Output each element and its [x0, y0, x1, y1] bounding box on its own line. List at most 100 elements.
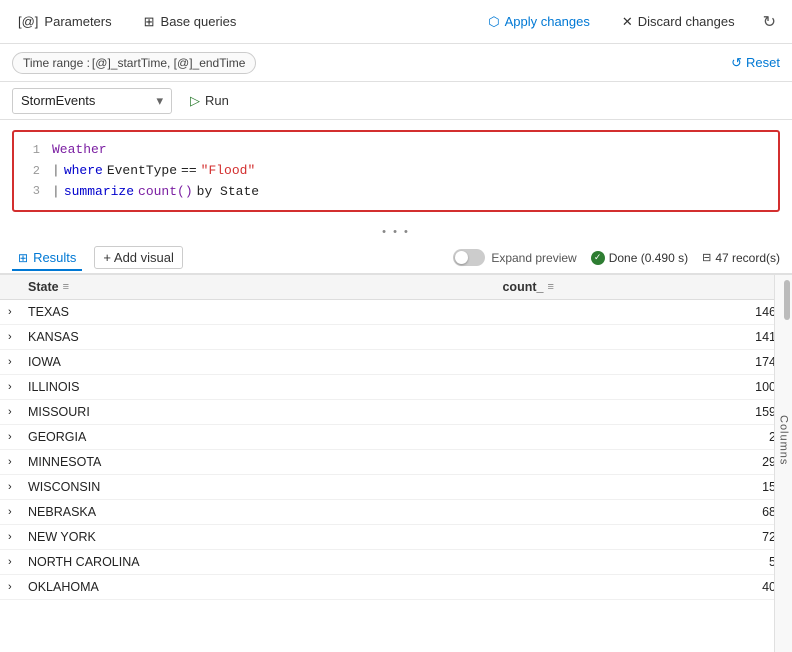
datasource-dropdown[interactable]: StormEvents ▾	[12, 88, 172, 114]
state-cell: WISCONSIN	[20, 475, 494, 500]
state-col-header[interactable]: State ≡	[20, 275, 494, 300]
results-right: Expand preview ✓ Done (0.490 s) ⊟ 47 rec…	[453, 249, 780, 266]
time-range-label: Time range :	[23, 56, 90, 70]
table-scroll[interactable]: State ≡ count_ ≡ ›	[0, 275, 792, 605]
table-body: › TEXAS 146 › KANSAS 141 › IOWA 174 › IL…	[0, 300, 792, 606]
time-range-value: [@]_startTime, [@]_endTime	[92, 56, 246, 70]
run-icon: ▷	[190, 93, 200, 109]
parameters-label: Parameters	[44, 14, 111, 29]
state-cell: TEXAS	[20, 300, 494, 325]
expand-preview-label: Expand preview	[491, 251, 576, 265]
code-line-2: 2 | where EventType == "Flood"	[20, 161, 772, 182]
done-badge: ✓ Done (0.490 s)	[591, 251, 688, 265]
row-expand-icon[interactable]: ›	[0, 400, 20, 425]
expand-col-header	[0, 275, 20, 300]
table-row[interactable]: › MINNESOTA 29	[0, 450, 792, 475]
row-expand-icon[interactable]: ›	[0, 600, 20, 606]
done-icon: ✓	[591, 251, 605, 265]
apply-icon: ⬡	[488, 14, 499, 30]
results-tab[interactable]: ⊞ Results	[12, 246, 82, 271]
row-expand-icon[interactable]: ›	[0, 475, 20, 500]
reset-label: Reset	[746, 55, 780, 70]
table-row[interactable]: › ILLINOIS 100	[0, 375, 792, 400]
code-where-kw: where	[64, 161, 103, 182]
table-row[interactable]: › PENNSYLVANIA 63	[0, 600, 792, 606]
parameters-icon: [@]	[18, 14, 38, 29]
toolbar-left: [@] Parameters ⊞ Base queries	[12, 10, 460, 34]
count-cell: 72	[494, 525, 792, 550]
row-expand-icon[interactable]: ›	[0, 525, 20, 550]
data-table-wrapper: State ≡ count_ ≡ ›	[0, 275, 792, 652]
code-summarize-kw: summarize	[64, 182, 134, 203]
row-expand-icon[interactable]: ›	[0, 350, 20, 375]
table-row[interactable]: › OKLAHOMA 40	[0, 575, 792, 600]
state-cell: NORTH CAROLINA	[20, 550, 494, 575]
row-expand-icon[interactable]: ›	[0, 550, 20, 575]
table-row[interactable]: › IOWA 174	[0, 350, 792, 375]
count-cell: 15	[494, 475, 792, 500]
count-cell: 5	[494, 550, 792, 575]
results-tab-label: Results	[33, 250, 76, 265]
count-col-menu-icon[interactable]: ≡	[547, 281, 553, 293]
main-content: Time range : [@]_startTime, [@]_endTime …	[0, 44, 792, 652]
count-cell: 2	[494, 425, 792, 450]
code-line-1: 1 Weather	[20, 140, 772, 161]
count-cell: 63	[494, 600, 792, 606]
expand-preview-toggle[interactable]	[453, 249, 485, 266]
table-row[interactable]: › KANSAS 141	[0, 325, 792, 350]
right-panel-strip[interactable]: Columns	[774, 275, 792, 652]
refresh-button[interactable]: ↻	[759, 8, 780, 36]
code-editor[interactable]: 1 Weather 2 | where EventType == "Flood"…	[12, 130, 780, 212]
discard-changes-button[interactable]: ✕ Discard changes	[614, 10, 743, 34]
row-expand-icon[interactable]: ›	[0, 375, 20, 400]
reset-button[interactable]: ↺ Reset	[731, 55, 780, 71]
count-cell: 40	[494, 575, 792, 600]
apply-changes-button[interactable]: ⬡ Apply changes	[480, 10, 598, 34]
row-expand-icon[interactable]: ›	[0, 300, 20, 325]
top-toolbar: [@] Parameters ⊞ Base queries ⬡ Apply ch…	[0, 0, 792, 44]
count-cell: 29	[494, 450, 792, 475]
table-header-row: State ≡ count_ ≡	[0, 275, 792, 300]
state-cell: MINNESOTA	[20, 450, 494, 475]
code-flood-val: "Flood"	[201, 161, 256, 182]
table-row[interactable]: › NORTH CAROLINA 5	[0, 550, 792, 575]
table-row[interactable]: › NEW YORK 72	[0, 525, 792, 550]
row-expand-icon[interactable]: ›	[0, 450, 20, 475]
row-expand-icon[interactable]: ›	[0, 325, 20, 350]
state-cell: ILLINOIS	[20, 375, 494, 400]
row-expand-icon[interactable]: ›	[0, 500, 20, 525]
time-range-badge[interactable]: Time range : [@]_startTime, [@]_endTime	[12, 52, 256, 74]
state-cell: IOWA	[20, 350, 494, 375]
discard-icon: ✕	[622, 14, 633, 30]
parameters-tab[interactable]: [@] Parameters	[12, 10, 118, 33]
base-queries-icon: ⊞	[144, 14, 155, 30]
table-row[interactable]: › MISSOURI 159	[0, 400, 792, 425]
state-cell: NEBRASKA	[20, 500, 494, 525]
count-col-header[interactable]: count_ ≡	[494, 275, 792, 300]
records-badge: ⊟ 47 record(s)	[702, 251, 780, 265]
results-toolbar: ⊞ Results + Add visual Expand preview ✓ …	[0, 242, 792, 275]
scrollbar-thumb[interactable]	[784, 280, 790, 320]
table-row[interactable]: › GEORGIA 2	[0, 425, 792, 450]
run-button[interactable]: ▷ Run	[182, 89, 237, 113]
datasource-value: StormEvents	[21, 93, 95, 108]
state-col-menu-icon[interactable]: ≡	[63, 281, 69, 293]
run-label: Run	[205, 93, 229, 108]
collapse-handle[interactable]: • • •	[0, 222, 792, 242]
state-cell: MISSOURI	[20, 400, 494, 425]
add-visual-label: + Add visual	[103, 250, 173, 265]
base-queries-tab[interactable]: ⊞ Base queries	[138, 10, 243, 34]
code-op: ==	[181, 161, 197, 182]
table-row[interactable]: › TEXAS 146	[0, 300, 792, 325]
code-by-state: by State	[197, 182, 259, 203]
table-row[interactable]: › WISCONSIN 15	[0, 475, 792, 500]
row-expand-icon[interactable]: ›	[0, 425, 20, 450]
row-expand-icon[interactable]: ›	[0, 575, 20, 600]
state-cell: KANSAS	[20, 325, 494, 350]
chevron-down-icon: ▾	[156, 93, 163, 109]
count-cell: 174	[494, 350, 792, 375]
state-cell: NEW YORK	[20, 525, 494, 550]
table-row[interactable]: › NEBRASKA 68	[0, 500, 792, 525]
ellipsis-icon: • • •	[382, 226, 410, 238]
add-visual-button[interactable]: + Add visual	[94, 246, 182, 269]
